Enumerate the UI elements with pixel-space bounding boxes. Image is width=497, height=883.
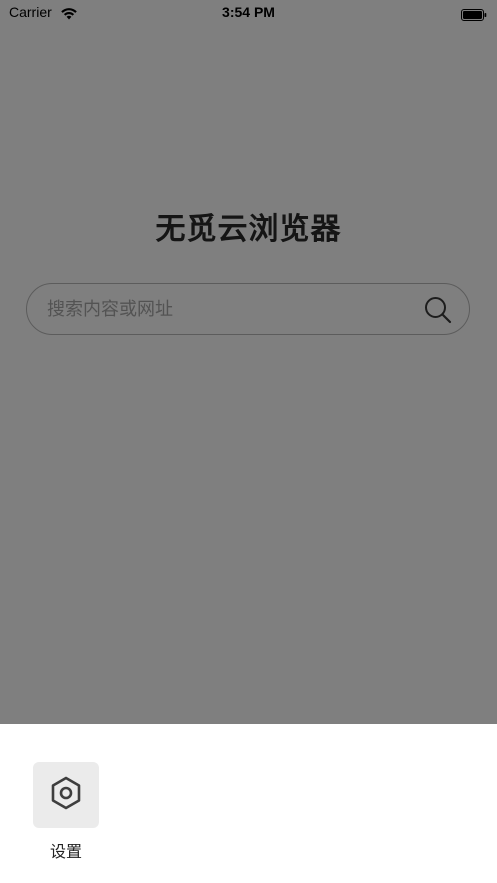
battery-icon (461, 6, 487, 21)
settings-item[interactable]: 设置 (33, 762, 99, 862)
settings-label: 设置 (49, 842, 82, 861)
status-time: 3:54 PM (222, 4, 275, 20)
bottom-sheet: 设置 (0, 724, 497, 883)
status-bar: Carrier 3:54 PM (0, 0, 497, 26)
dim-overlay[interactable] (0, 0, 497, 724)
gear-icon (49, 776, 83, 814)
settings-tile[interactable] (33, 762, 99, 828)
